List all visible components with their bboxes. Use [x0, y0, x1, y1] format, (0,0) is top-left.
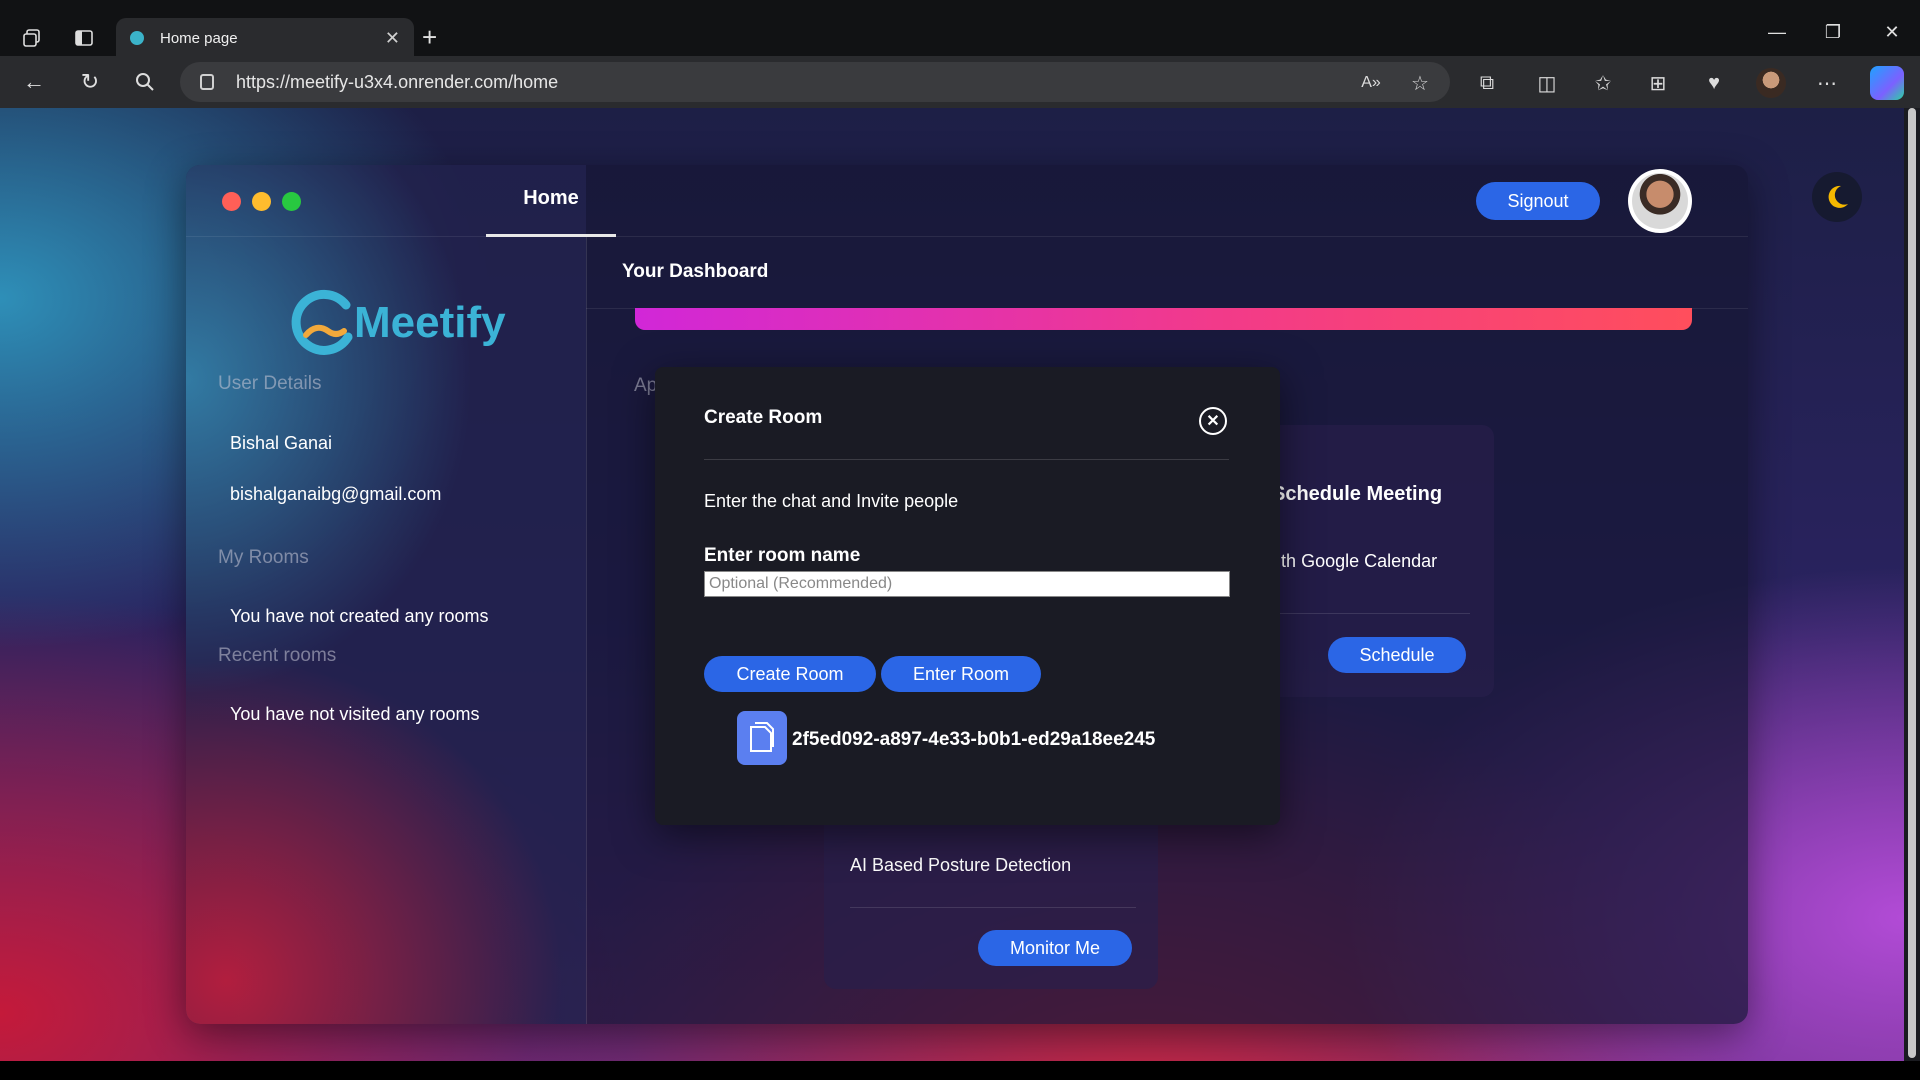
modal-title: Create Room [704, 407, 823, 428]
nav-home-tab[interactable]: Home [486, 187, 616, 210]
restore-icon[interactable]: ❐ [1813, 22, 1853, 43]
back-icon[interactable]: ← [18, 66, 50, 98]
meetify-logo-icon [291, 289, 353, 355]
favorites-icon[interactable]: ✩ [1588, 68, 1618, 98]
schedule-card-title: Schedule Meeting [1272, 483, 1443, 505]
moon-icon [1828, 185, 1848, 208]
copy-room-id-button[interactable] [737, 711, 787, 765]
dashboard-title: Your Dashboard [622, 261, 769, 282]
modal-close-icon[interactable]: ✕ [1199, 407, 1227, 435]
window-dot-green [282, 192, 301, 211]
search-icon[interactable] [129, 66, 161, 98]
browser-tabbar: Home page ✕ + — ❐ ✕ [0, 0, 1920, 58]
recent-rooms-heading: Recent rooms [218, 645, 337, 666]
tab-actions-icon[interactable] [66, 20, 102, 56]
create-room-modal: Create Room ✕ Enter the chat and Invite … [655, 367, 1280, 825]
split-screen-icon[interactable]: ◫ [1532, 68, 1562, 98]
main-divider [586, 237, 587, 1024]
brand-logo: Meetify [288, 287, 506, 359]
refresh-icon[interactable]: ↻ [74, 66, 106, 98]
extensions-icon[interactable]: ⧉ [1472, 68, 1502, 98]
page-scrollbar[interactable] [1904, 108, 1920, 1061]
window-close-icon[interactable]: ✕ [1872, 22, 1912, 43]
room-name-input[interactable] [704, 571, 1230, 597]
more-menu-icon[interactable]: ⋯ [1812, 68, 1842, 98]
create-room-button[interactable]: Create Room [704, 656, 876, 692]
tab-title: Home page [160, 29, 238, 47]
modal-divider [704, 459, 1229, 460]
room-id-text: 2f5ed092-a897-4e33-b0b1-ed29a18ee245 [792, 729, 1156, 750]
site-favicon [130, 31, 144, 45]
lock-icon[interactable] [200, 74, 214, 90]
collections-icon[interactable]: ⊞ [1643, 68, 1673, 98]
recent-rooms-empty-text: You have not visited any rooms [230, 704, 480, 724]
browser-profile-icon[interactable] [1756, 68, 1786, 98]
modal-description: Enter the chat and Invite people [704, 491, 959, 511]
apps-heading-partial: Ap [634, 375, 658, 396]
minimize-icon[interactable]: — [1757, 22, 1797, 43]
bottom-strip [0, 1061, 1920, 1080]
address-bar[interactable]: https://meetify-u3x4.onrender.com/home [180, 62, 1450, 102]
copy-icon [750, 722, 774, 752]
room-name-label: Enter room name [704, 545, 861, 566]
tab-close-icon[interactable]: ✕ [385, 28, 400, 49]
browser-essentials-icon[interactable]: ♥ [1699, 68, 1729, 98]
nav-home-underline [486, 234, 616, 237]
schedule-button[interactable]: Schedule [1328, 637, 1466, 673]
brand-name: Meetify [354, 298, 506, 347]
enter-room-button[interactable]: Enter Room [881, 656, 1041, 692]
card-divider [850, 907, 1136, 908]
avatar-photo [1632, 173, 1688, 229]
read-aloud-icon[interactable]: A» [1356, 68, 1386, 98]
avatar[interactable] [1628, 169, 1692, 233]
new-tab-button[interactable]: + [422, 22, 437, 53]
url-text: https://meetify-u3x4.onrender.com/home [236, 71, 559, 92]
workspaces-icon[interactable] [14, 20, 50, 56]
posture-card-subtitle: AI Based Posture Detection [850, 855, 1072, 875]
my-rooms-empty-text: You have not created any rooms [230, 606, 489, 626]
window-dot-red [222, 192, 241, 211]
window-dot-yellow [252, 192, 271, 211]
copilot-icon[interactable] [1870, 66, 1904, 100]
signout-button[interactable]: Signout [1476, 182, 1600, 220]
monitor-me-button[interactable]: Monitor Me [978, 930, 1132, 966]
user-email: bishalganaibg@gmail.com [230, 484, 442, 504]
scrollbar-thumb[interactable] [1908, 108, 1916, 1058]
dashboard-banner [635, 308, 1692, 330]
favorite-star-icon[interactable]: ☆ [1405, 68, 1435, 98]
my-rooms-heading: My Rooms [218, 547, 309, 568]
dark-mode-toggle[interactable] [1812, 172, 1862, 222]
user-name: Bishal Ganai [230, 433, 333, 453]
browser-tab-home[interactable]: Home page ✕ [116, 18, 414, 58]
user-details-heading: User Details [218, 373, 322, 394]
